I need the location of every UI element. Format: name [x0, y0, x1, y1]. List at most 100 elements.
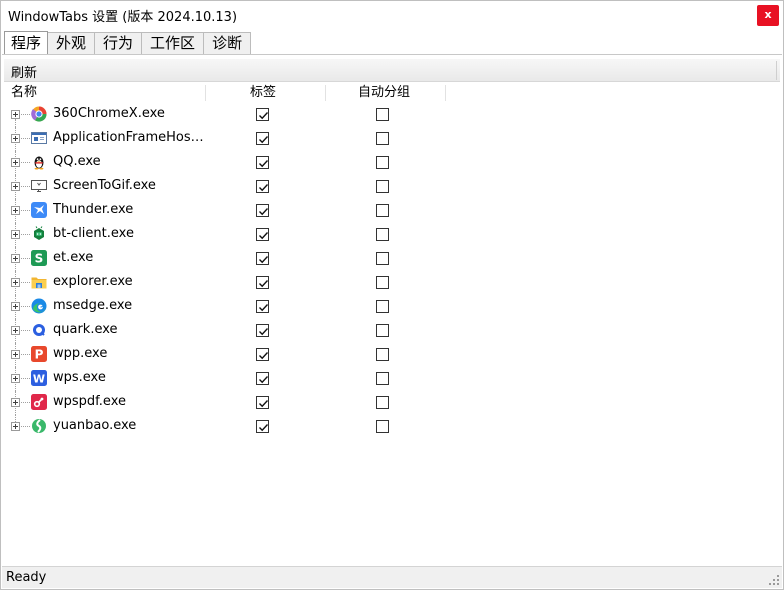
column-header-auto-group[interactable]: 自动分组: [358, 84, 410, 102]
quark-icon: [31, 322, 47, 338]
program-name: msedge.exe: [53, 298, 133, 313]
pdf-icon: [31, 394, 47, 410]
expand-icon[interactable]: [11, 374, 20, 383]
program-name: wpp.exe: [53, 346, 108, 361]
program-row[interactable]: Thunder.exe: [4, 199, 780, 223]
auto-group-checkbox[interactable]: [376, 276, 389, 289]
tab-behavior[interactable]: 行为: [94, 32, 143, 54]
expand-icon[interactable]: [11, 110, 20, 119]
auto-group-checkbox[interactable]: [376, 108, 389, 121]
tree-line: [21, 138, 30, 139]
expand-icon[interactable]: [11, 350, 20, 359]
program-row[interactable]: QQ.exe: [4, 151, 780, 175]
status-text: Ready: [6, 570, 47, 585]
app-frame-icon: [31, 130, 47, 146]
column-header: 名称 标签 自动分组: [4, 83, 780, 103]
auto-group-checkbox[interactable]: [376, 300, 389, 313]
tabs-checkbox[interactable]: [256, 396, 269, 409]
program-row[interactable]: bt-client.exe: [4, 223, 780, 247]
tree-line: [21, 210, 30, 211]
program-name: bt-client.exe: [53, 226, 134, 241]
refresh-button[interactable]: 刷新: [11, 62, 37, 81]
program-name: yuanbao.exe: [53, 418, 137, 433]
tree-line: [21, 282, 30, 283]
program-name: 360ChromeX.exe: [53, 106, 165, 121]
tabs-checkbox[interactable]: [256, 348, 269, 361]
column-divider[interactable]: [445, 85, 446, 101]
title-bar[interactable]: WindowTabs 设置 (版本 2024.10.13) x: [1, 1, 783, 29]
expand-icon[interactable]: [11, 230, 20, 239]
expand-icon[interactable]: [11, 206, 20, 215]
expand-icon[interactable]: [11, 134, 20, 143]
expand-icon[interactable]: [11, 278, 20, 287]
auto-group-checkbox[interactable]: [376, 396, 389, 409]
program-row[interactable]: explorer.exe: [4, 271, 780, 295]
tabs-checkbox[interactable]: [256, 108, 269, 121]
tabs-checkbox[interactable]: [256, 252, 269, 265]
auto-group-checkbox[interactable]: [376, 252, 389, 265]
tabs-checkbox[interactable]: [256, 156, 269, 169]
program-name: QQ.exe: [53, 154, 101, 169]
auto-group-checkbox[interactable]: [376, 348, 389, 361]
auto-group-checkbox[interactable]: [376, 204, 389, 217]
tabs-checkbox[interactable]: [256, 324, 269, 337]
expand-icon[interactable]: [11, 326, 20, 335]
yuanbao-icon: [31, 418, 47, 434]
program-row[interactable]: yuanbao.exe: [4, 415, 780, 439]
column-header-name[interactable]: 名称: [11, 84, 37, 102]
tab-workspace[interactable]: 工作区: [141, 32, 205, 54]
tree-line: [21, 162, 30, 163]
svg-text:W: W: [33, 373, 45, 386]
program-name: quark.exe: [53, 322, 118, 337]
auto-group-checkbox[interactable]: [376, 180, 389, 193]
tree-line: [21, 402, 30, 403]
tree-line: [21, 186, 30, 187]
tree-line: [21, 426, 30, 427]
tabs-checkbox[interactable]: [256, 132, 269, 145]
expand-icon[interactable]: [11, 182, 20, 191]
window-title: WindowTabs 设置 (版本 2024.10.13): [8, 10, 238, 25]
tab-appearance[interactable]: 外观: [47, 32, 96, 54]
tab-programs[interactable]: 程序: [4, 31, 49, 54]
column-header-tabs[interactable]: 标签: [250, 84, 276, 102]
program-row[interactable]: quark.exe: [4, 319, 780, 343]
tree-line: [21, 306, 30, 307]
auto-group-checkbox[interactable]: [376, 156, 389, 169]
spreadsheet-s-icon: S: [31, 250, 47, 266]
expand-icon[interactable]: [11, 422, 20, 431]
auto-group-checkbox[interactable]: [376, 132, 389, 145]
auto-group-checkbox[interactable]: [376, 372, 389, 385]
program-row[interactable]: 360ChromeX.exe: [4, 103, 780, 127]
column-divider[interactable]: [205, 85, 206, 101]
tabs-checkbox[interactable]: [256, 276, 269, 289]
tabs-checkbox[interactable]: [256, 300, 269, 313]
close-button[interactable]: x: [757, 5, 779, 26]
tabs-checkbox[interactable]: [256, 204, 269, 217]
auto-group-checkbox[interactable]: [376, 228, 389, 241]
program-row[interactable]: Pwpp.exe: [4, 343, 780, 367]
expand-icon[interactable]: [11, 158, 20, 167]
program-name: Thunder.exe: [53, 202, 134, 217]
program-row[interactable]: msedge.exe: [4, 295, 780, 319]
expand-icon[interactable]: [11, 302, 20, 311]
tabs-checkbox[interactable]: [256, 372, 269, 385]
program-row[interactable]: ScreenToGif.exe: [4, 175, 780, 199]
tab-diagnostics[interactable]: 诊断: [203, 32, 252, 54]
program-row[interactable]: ApplicationFrameHost.exe: [4, 127, 780, 151]
expand-icon[interactable]: [11, 398, 20, 407]
tree-line: [21, 354, 30, 355]
column-divider[interactable]: [325, 85, 326, 101]
tabs-checkbox[interactable]: [256, 180, 269, 193]
program-row[interactable]: wpspdf.exe: [4, 391, 780, 415]
auto-group-checkbox[interactable]: [376, 420, 389, 433]
expand-icon[interactable]: [11, 254, 20, 263]
tabs-checkbox[interactable]: [256, 228, 269, 241]
program-row[interactable]: Wwps.exe: [4, 367, 780, 391]
svg-text:P: P: [35, 348, 44, 362]
program-row[interactable]: Set.exe: [4, 247, 780, 271]
tree-line: [21, 378, 30, 379]
tabs-checkbox[interactable]: [256, 420, 269, 433]
auto-group-checkbox[interactable]: [376, 324, 389, 337]
tree-line: [15, 119, 16, 127]
resize-grip-icon[interactable]: [769, 575, 779, 585]
